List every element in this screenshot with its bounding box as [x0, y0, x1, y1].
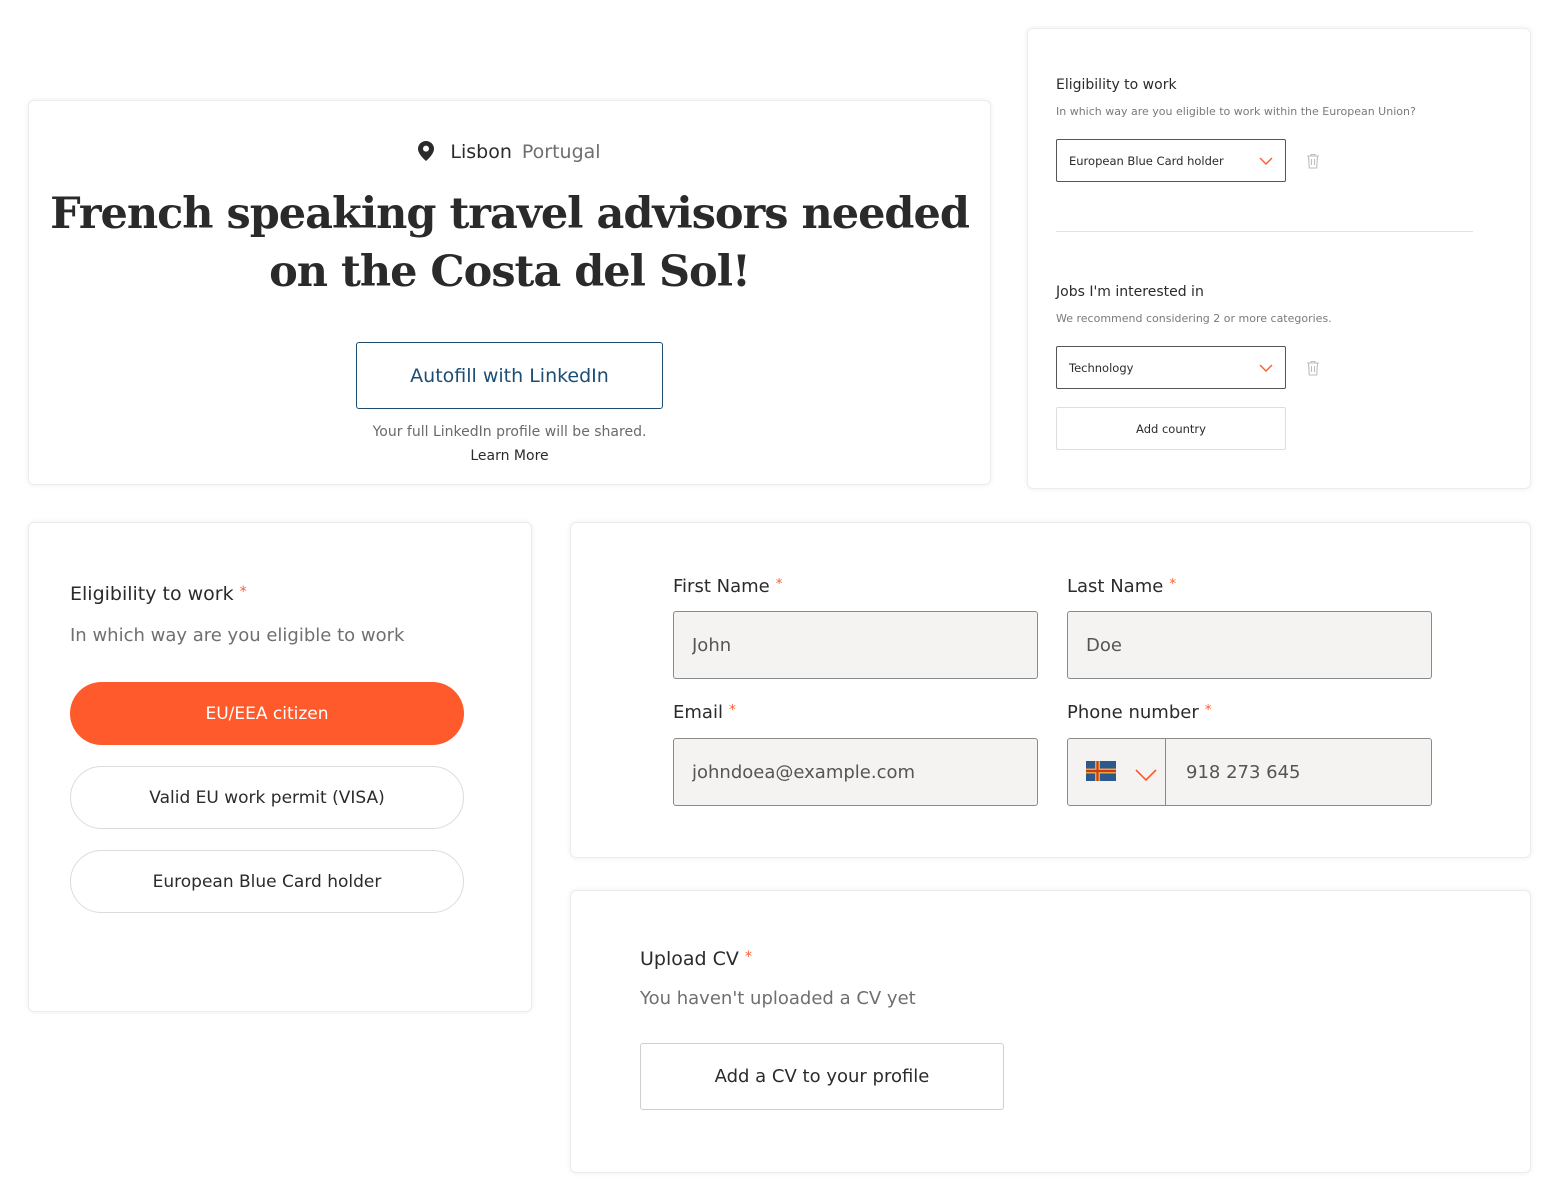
compact-preferences-card: Eligibility to work In which way are you…	[1027, 28, 1531, 489]
upload-cv-label: Upload CV *	[640, 948, 752, 970]
jobs-interest-select[interactable]: Technology	[1056, 346, 1286, 389]
job-country: Portugal	[521, 141, 601, 163]
country-code-select[interactable]	[1068, 739, 1166, 805]
eligibility-label: Eligibility to work *	[70, 583, 247, 605]
required-asterisk: *	[1169, 576, 1177, 592]
required-asterisk: *	[1204, 702, 1212, 718]
eligibility-select[interactable]: European Blue Card holder	[1056, 139, 1286, 182]
map-pin-icon	[418, 141, 435, 166]
eligibility-option-work-permit[interactable]: Valid EU work permit (VISA)	[70, 766, 464, 829]
upload-cv-card: Upload CV * You haven't uploaded a CV yet…	[570, 890, 1531, 1173]
job-location: Lisbon Portugal	[29, 141, 990, 166]
email-label: Email *	[673, 702, 736, 723]
contact-details-card: First Name * Last Name * Email * Phone numb…	[570, 522, 1531, 858]
eligibility-compact-label: Eligibility to work	[1056, 77, 1177, 93]
section-divider	[1056, 231, 1473, 232]
phone-field	[1067, 738, 1432, 806]
chevron-down-icon	[1259, 362, 1273, 376]
last-name-label: Last Name *	[1067, 576, 1176, 597]
first-name-label-text: First Name	[673, 576, 770, 598]
job-header-card: Lisbon Portugal French speaking travel ad…	[28, 100, 991, 485]
add-cv-button[interactable]: Add a CV to your profile	[640, 1043, 1004, 1110]
add-country-button[interactable]: Add country	[1056, 407, 1286, 450]
jobs-interest-subtitle: We recommend considering 2 or more categ…	[1056, 312, 1332, 325]
chevron-down-icon	[1135, 766, 1157, 785]
eligibility-card: Eligibility to work * In which way are yo…	[28, 522, 532, 1012]
linkedin-share-note: Your full LinkedIn profile will be share…	[372, 424, 647, 440]
eligibility-select-value: European Blue Card holder	[1069, 153, 1224, 168]
first-name-label: First Name *	[673, 576, 782, 597]
last-name-label-text: Last Name	[1067, 576, 1164, 598]
trash-icon[interactable]	[1306, 153, 1320, 173]
trash-icon[interactable]	[1306, 360, 1320, 380]
jobs-interest-label: Jobs I'm interested in	[1056, 284, 1204, 300]
email-input[interactable]	[673, 738, 1038, 806]
eligibility-label-text: Eligibility to work	[70, 583, 234, 605]
flag-icon	[1086, 761, 1116, 785]
autofill-linkedin-button[interactable]: Autofill with LinkedIn	[356, 342, 663, 409]
email-label-text: Email	[673, 702, 723, 724]
required-asterisk: *	[728, 702, 736, 718]
first-name-input[interactable]	[673, 611, 1038, 679]
last-name-input[interactable]	[1067, 611, 1432, 679]
eligibility-subtitle: In which way are you eligible to work	[70, 625, 405, 646]
phone-input[interactable]	[1166, 739, 1431, 805]
job-title: French speaking travel advisors needed o…	[50, 189, 970, 297]
required-asterisk: *	[239, 583, 247, 600]
job-city: Lisbon	[450, 141, 512, 163]
chevron-down-icon	[1259, 155, 1273, 169]
phone-label-text: Phone number	[1067, 702, 1199, 724]
required-asterisk: *	[744, 948, 753, 965]
upload-cv-status: You haven't uploaded a CV yet	[640, 988, 916, 1009]
phone-label: Phone number *	[1067, 702, 1211, 723]
eligibility-option-blue-card[interactable]: European Blue Card holder	[70, 850, 464, 913]
jobs-interest-select-value: Technology	[1069, 360, 1134, 375]
required-asterisk: *	[775, 576, 783, 592]
eligibility-option-eu-citizen[interactable]: EU/EEA citizen	[70, 682, 464, 745]
learn-more-link[interactable]: Learn More	[29, 448, 990, 464]
upload-cv-label-text: Upload CV	[640, 948, 739, 970]
eligibility-compact-subtitle: In which way are you eligible to work wi…	[1056, 105, 1416, 118]
